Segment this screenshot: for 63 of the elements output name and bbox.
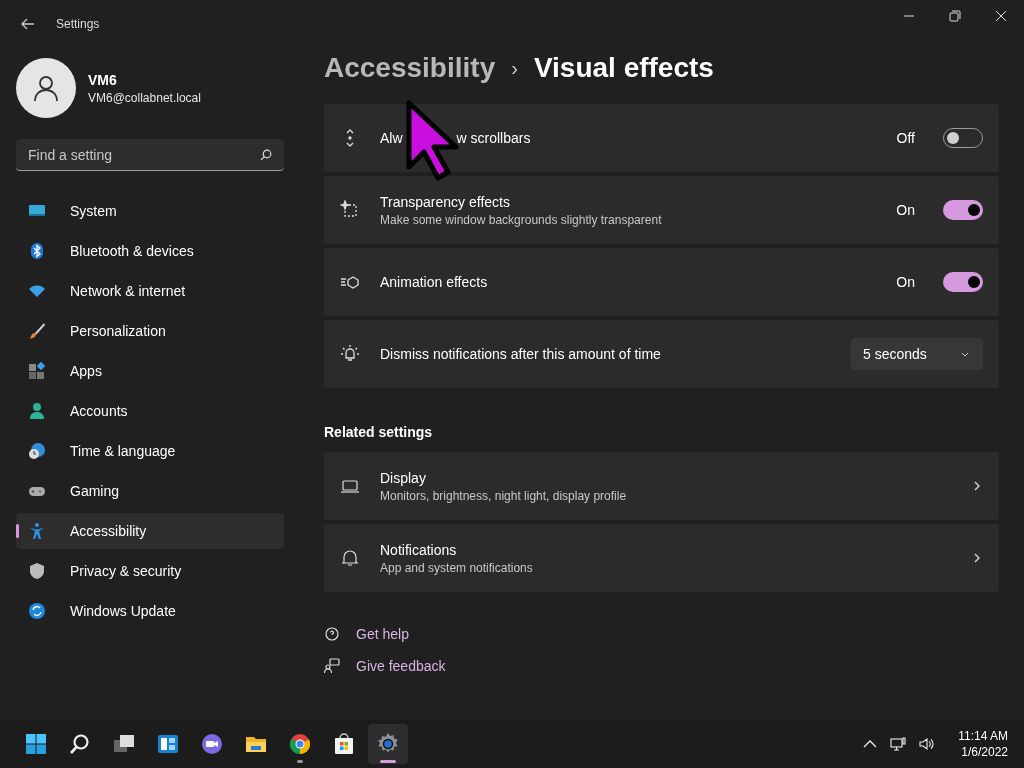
breadcrumb-link[interactable]: Accessibility [324, 47, 496, 89]
clock-time: 11:14 AM [958, 728, 1008, 744]
widgets-icon [156, 732, 180, 756]
sidebar-item[interactable]: Privacy & security [16, 553, 284, 589]
page-title: Visual effects [533, 51, 714, 85]
restore-icon [949, 10, 961, 22]
bell-rays-icon [340, 344, 360, 364]
sidebar-item[interactable]: Gaming [16, 473, 284, 509]
clock-date: 1/6/2022 [961, 744, 1008, 760]
related-setting-link[interactable]: Notifications App and system notifications [324, 524, 999, 592]
help-link[interactable]: Give feedback [356, 656, 446, 676]
feedback-person-icon [324, 658, 340, 674]
brush-icon [28, 322, 46, 340]
network-icon[interactable] [890, 736, 907, 752]
browser-icon [288, 732, 312, 756]
sidebar-item[interactable]: Apps [16, 353, 284, 389]
setting-title: Transparency effects [380, 193, 511, 212]
back-arrow-icon[interactable] [20, 16, 36, 32]
person-icon [28, 402, 46, 420]
store-bag-icon [332, 732, 356, 756]
search-field[interactable]: Find a setting [16, 139, 284, 171]
user-name: VM6 [88, 71, 118, 90]
window-title: Settings [56, 16, 100, 32]
sidebar-item[interactable]: Windows Update [16, 593, 284, 629]
related-setting-link[interactable]: Display Monitors, brightness, night light, display profile [324, 452, 999, 520]
sidebar-item[interactable]: Bluetooth & devices [16, 233, 284, 269]
user-email: VM6@collabnet.local [88, 90, 201, 106]
duration-dropdown[interactable]: 5 seconds [851, 338, 983, 370]
toggle-state: On [896, 273, 915, 292]
setting-description: Make some window backgrounds slightly transparent [380, 212, 663, 228]
setting-title: w scrollbars [456, 129, 531, 148]
breadcrumb-separator: › [511, 56, 518, 81]
accessibility-person-icon [28, 522, 46, 540]
toggle-switch[interactable] [943, 272, 983, 292]
search-icon [260, 149, 272, 161]
help-link[interactable]: Get help [356, 624, 409, 644]
video-chat-icon [200, 732, 224, 756]
setting-title: Animation effects [380, 273, 489, 292]
sidebar-item[interactable]: Accounts [16, 393, 284, 429]
bluetooth-icon [28, 242, 46, 260]
toggle-switch[interactable] [943, 200, 983, 220]
close-icon [995, 10, 1007, 22]
sidebar-item[interactable]: Personalization [16, 313, 284, 349]
speaker-icon[interactable] [918, 736, 935, 752]
globe-clock-icon [28, 442, 46, 460]
toggle-state: On [896, 201, 915, 220]
help-chat-icon [324, 626, 340, 642]
sparkle-frame-icon [340, 200, 360, 220]
sidebar-item[interactable]: Time & language [16, 433, 284, 469]
sidebar-item[interactable]: Accessibility [16, 513, 284, 549]
apps-icon [28, 362, 46, 380]
section-heading: Related settings [324, 423, 434, 442]
shield-icon [28, 562, 46, 580]
windows-logo-icon [24, 732, 48, 756]
taskbar-button[interactable] [368, 724, 408, 764]
setting-title: Dismiss notifications after this amount of time [380, 345, 662, 364]
bell-icon [340, 548, 360, 568]
sidebar-item[interactable]: System [16, 193, 284, 229]
setting-title: Alw [380, 129, 403, 148]
update-icon [28, 602, 46, 620]
avatar-icon [16, 58, 76, 118]
sidebar-item[interactable]: Network & internet [16, 273, 284, 309]
toggle-state: Off [896, 129, 915, 148]
